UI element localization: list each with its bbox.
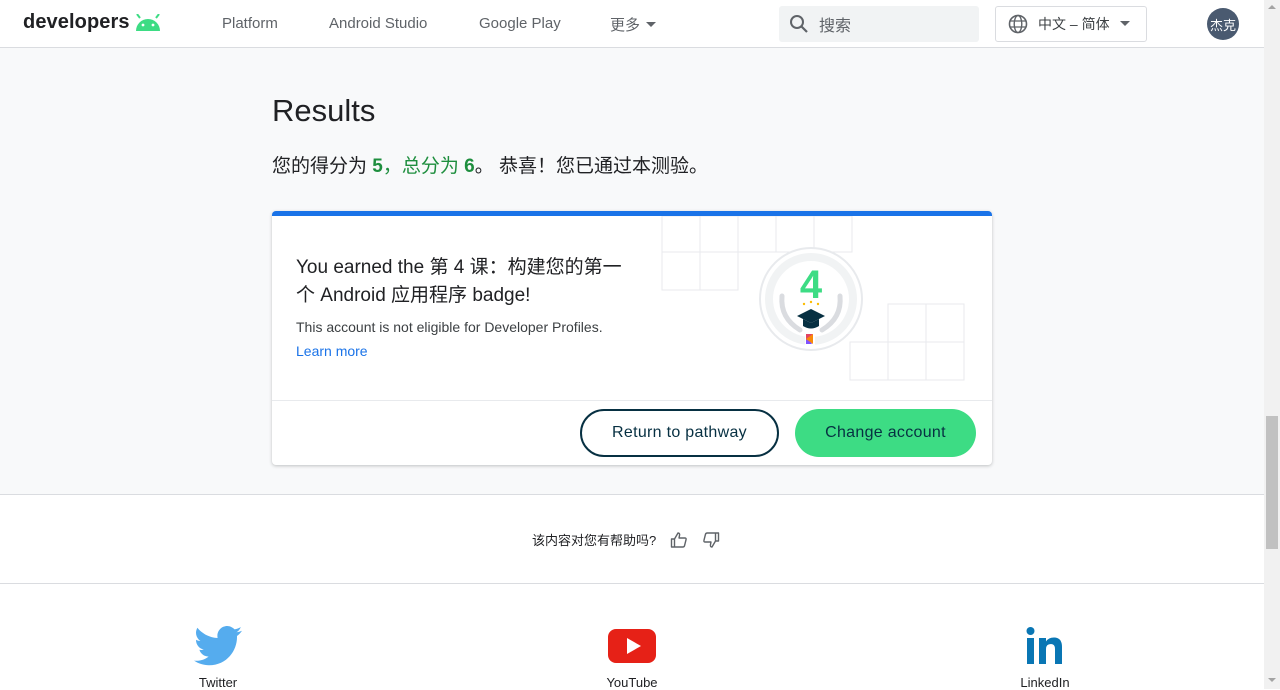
- account-avatar[interactable]: 杰克: [1207, 8, 1239, 40]
- card-divider: [272, 400, 992, 401]
- search-input[interactable]: 搜索: [779, 6, 979, 42]
- badge-earned-message: You earned the 第 4 课：构建您的第一个 Android 应用程…: [296, 254, 626, 310]
- nav-android-studio[interactable]: Android Studio: [329, 15, 427, 32]
- scroll-up-icon[interactable]: [1268, 4, 1276, 10]
- linkedin-icon: [1026, 627, 1062, 664]
- nav-google-play[interactable]: Google Play: [479, 15, 561, 32]
- nav-more-label: 更多: [610, 17, 641, 34]
- thumbs-down-icon[interactable]: [702, 531, 720, 549]
- nav-more-menu[interactable]: 更多: [610, 14, 657, 35]
- score-value: 5: [372, 156, 383, 177]
- results-section: Results 您的得分为 5，总分为 6。 恭喜！您已通过本测验。 You e…: [0, 48, 1264, 495]
- social-youtube[interactable]: YouTube: [598, 625, 666, 690]
- badge-number: 4: [800, 263, 823, 307]
- social-twitter[interactable]: Twitter: [184, 625, 252, 690]
- logo-text: developers: [23, 11, 130, 33]
- social-label: YouTube: [606, 675, 658, 690]
- badge-card: You earned the 第 4 课：构建您的第一个 Android 应用程…: [272, 211, 992, 465]
- congrats-text: 。 恭喜！您已通过本测验。: [474, 156, 708, 177]
- total-prefix: ，总分为: [382, 156, 465, 177]
- nav-platform[interactable]: Platform: [222, 15, 278, 32]
- twitter-icon: [194, 626, 242, 666]
- earned-suffix: badge!: [467, 285, 531, 306]
- learn-more-link[interactable]: Learn more: [296, 343, 368, 359]
- search-icon: [790, 15, 808, 33]
- social-label: LinkedIn: [1020, 675, 1070, 690]
- search-placeholder: 搜索: [819, 18, 852, 35]
- return-to-pathway-button[interactable]: Return to pathway: [580, 409, 779, 457]
- thumbs-up-icon[interactable]: [670, 531, 688, 549]
- youtube-icon: [608, 629, 656, 663]
- social-linkedin[interactable]: LinkedIn: [1011, 625, 1079, 690]
- android-icon: [135, 13, 160, 31]
- lesson-badge-icon: 4: [759, 247, 863, 351]
- change-account-button[interactable]: Change account: [795, 409, 976, 457]
- feedback-question: 该内容对您有帮助吗?: [532, 533, 657, 548]
- page-scrollbar[interactable]: [1264, 0, 1280, 689]
- caret-down-icon: [1119, 21, 1130, 26]
- language-selector[interactable]: 中文 – 简体: [995, 6, 1147, 42]
- social-label: Twitter: [198, 675, 238, 690]
- eligibility-notice: This account is not eligible for Develop…: [296, 319, 603, 335]
- scroll-down-icon[interactable]: [1268, 677, 1276, 683]
- language-label: 中文 – 简体: [1038, 16, 1110, 32]
- developers-logo[interactable]: developers: [23, 11, 162, 34]
- footer-divider: [0, 583, 1264, 584]
- page-title: Results: [272, 93, 376, 128]
- earned-prefix: You earned the: [296, 257, 430, 278]
- top-app-bar: developers Platform Android Studio Googl…: [0, 0, 1264, 48]
- score-summary: 您的得分为 5，总分为 6。 恭喜！您已通过本测验。: [272, 151, 708, 178]
- globe-icon: [1008, 14, 1028, 34]
- total-value: 6: [464, 156, 475, 177]
- score-prefix: 您的得分为: [272, 156, 373, 177]
- feedback-prompt: 该内容对您有帮助吗?: [532, 530, 720, 549]
- caret-down-icon: [646, 21, 657, 27]
- scrollbar-thumb[interactable]: [1266, 416, 1278, 549]
